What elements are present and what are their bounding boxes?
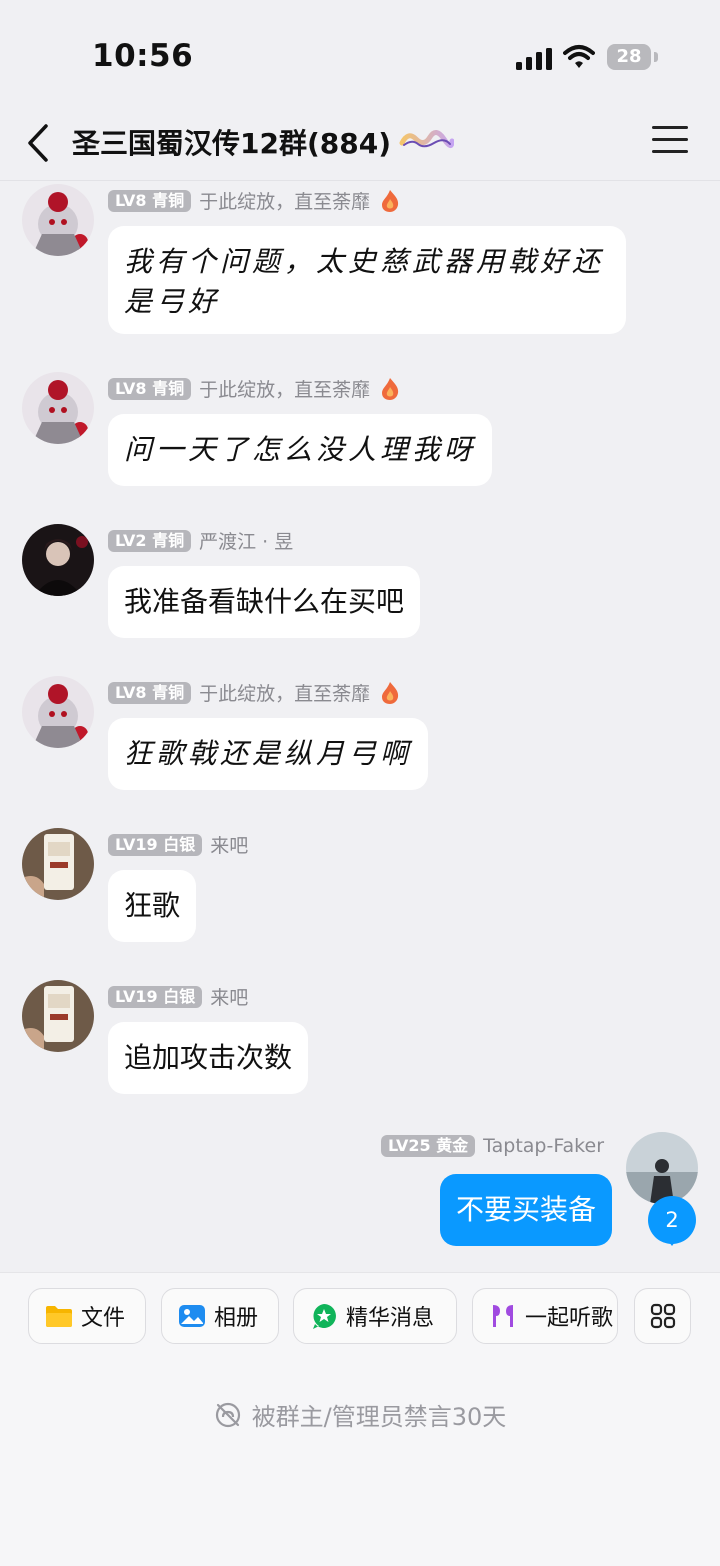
avatar[interactable]: [22, 372, 94, 444]
wifi-icon: [563, 45, 595, 68]
cellular-signal-icon: [516, 48, 552, 70]
message-meta: LV19 白银 来吧: [108, 831, 248, 858]
message-bubble[interactable]: 狂歌: [108, 870, 197, 942]
avatar[interactable]: [22, 980, 94, 1052]
group-badge-icon[interactable]: [398, 127, 454, 153]
apps-grid-icon: [650, 1303, 675, 1329]
level-badge: LV8 青铜: [108, 377, 192, 400]
message-bubble[interactable]: 我准备看缺什么在买吧: [108, 566, 421, 638]
mute-notice: 被群主/管理员禁言30天: [0, 1397, 720, 1432]
menu-icon[interactable]: [652, 126, 688, 156]
message-meta: LV8 青铜 于此绽放，直至荼靡: [108, 187, 400, 214]
level-badge: LV19 白银: [108, 833, 203, 856]
listen-together-label: 一起听歌: [525, 1306, 614, 1331]
level-badge: LV8 青铜: [108, 189, 192, 212]
unread-count-badge[interactable]: 2: [648, 1196, 696, 1246]
status-bar: 10:56 28: [0, 0, 720, 110]
level-badge: LV19 白银: [108, 985, 203, 1008]
message-meta: LV8 青铜 于此绽放，直至荼靡: [108, 375, 400, 402]
message-meta: LV2 青铜 严渡江 · 昱: [108, 527, 293, 554]
avatar[interactable]: [626, 1132, 698, 1204]
files-label: 文件: [81, 1306, 126, 1331]
star-chat-icon: [310, 1302, 338, 1330]
muted-icon: [215, 1402, 240, 1427]
level-badge: LV8 青铜: [108, 681, 192, 704]
essence-messages-label: 精华消息: [346, 1306, 435, 1331]
avatar[interactable]: [22, 524, 94, 596]
earbuds-icon: [489, 1303, 517, 1329]
album-button[interactable]: 相册: [161, 1288, 279, 1344]
message-bubble[interactable]: 我有个问题，太史慈武器用戟好还是弓好: [108, 226, 626, 334]
message-meta: LV25 黄金 Taptap-Faker: [380, 1135, 604, 1157]
sender-name[interactable]: Taptap-Faker: [483, 1135, 604, 1157]
avatar[interactable]: [22, 184, 94, 256]
sender-name[interactable]: 于此绽放，直至荼靡: [199, 375, 370, 402]
avatar[interactable]: [22, 676, 94, 748]
status-time: 10:56: [92, 38, 194, 74]
listen-together-button[interactable]: 一起听歌: [472, 1288, 618, 1344]
message-meta: LV8 青铜 于此绽放，直至荼靡: [108, 679, 400, 706]
sender-name[interactable]: 于此绽放，直至荼靡: [199, 679, 370, 706]
message-meta: LV19 白银 来吧: [108, 983, 248, 1010]
more-apps-button[interactable]: [634, 1288, 691, 1344]
avatar[interactable]: [22, 828, 94, 900]
files-button[interactable]: 文件: [28, 1288, 146, 1344]
message-bubble[interactable]: 不要买装备: [439, 1174, 612, 1246]
sender-name[interactable]: 来吧: [210, 983, 248, 1010]
flame-icon: [382, 377, 399, 400]
chat-header: 圣三国蜀汉传12群(884): [0, 110, 720, 181]
folder-icon: [45, 1304, 73, 1328]
photo-icon: [178, 1304, 206, 1328]
level-badge: LV25 黄金: [380, 1135, 476, 1157]
quick-tools-panel: 文件 相册 精华消息 一起听歌 被群主/管理员禁言30天: [0, 1272, 720, 1566]
battery-tip: [654, 52, 658, 62]
sender-name[interactable]: 来吧: [210, 831, 248, 858]
mute-notice-text: 被群主/管理员禁言30天: [251, 1403, 507, 1431]
message-bubble[interactable]: 狂歌戟还是纵月弓啊: [108, 718, 429, 790]
message-bubble[interactable]: 问一天了怎么没人理我呀: [108, 414, 493, 486]
group-title[interactable]: 圣三国蜀汉传12群(884): [72, 122, 391, 162]
flame-icon: [382, 189, 399, 212]
battery-icon: 28: [607, 44, 651, 70]
flame-icon: [382, 681, 399, 704]
sender-name[interactable]: 严渡江 · 昱: [199, 527, 293, 554]
sender-name[interactable]: 于此绽放，直至荼靡: [199, 187, 370, 214]
battery-level: 28: [616, 46, 642, 67]
album-label: 相册: [214, 1306, 259, 1331]
essence-messages-button[interactable]: 精华消息: [293, 1288, 457, 1344]
back-arrow-icon[interactable]: [22, 120, 62, 166]
level-badge: LV2 青铜: [108, 529, 192, 552]
message-bubble[interactable]: 追加攻击次数: [108, 1022, 309, 1094]
